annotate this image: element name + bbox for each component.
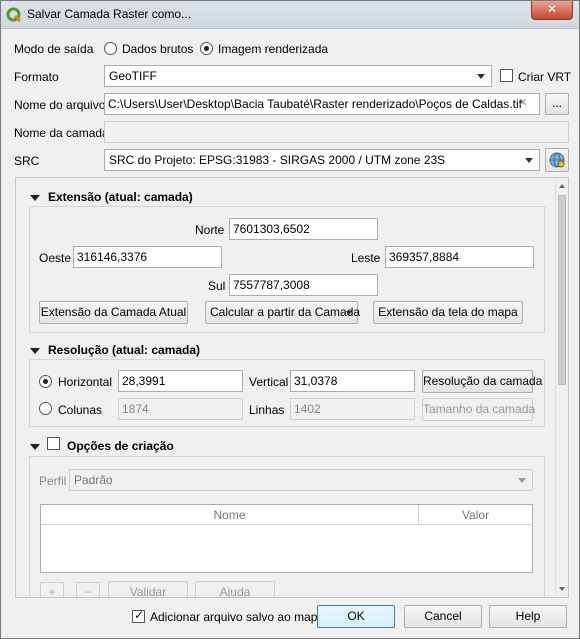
file-name-label: Nome do arquivo	[14, 98, 106, 112]
scroll-down-icon[interactable]	[559, 587, 565, 591]
layer-name-input[interactable]	[104, 121, 569, 143]
south-input[interactable]: 7557787,3008	[229, 274, 378, 296]
chevron-down-icon	[518, 478, 526, 483]
column-header-name[interactable]: Nome	[41, 505, 419, 525]
resolution-group: Horizontal 28,3991 Vertical 31,0378 Reso…	[29, 359, 545, 427]
add-saved-file-label: Adicionar arquivo salvo ao mapa	[150, 610, 325, 624]
format-select-value: GeoTIFF	[109, 69, 158, 83]
scroll-thumb[interactable]	[558, 195, 566, 385]
radio-rendered-image-label: Imagem renderizada	[218, 42, 329, 56]
options-scroll-area[interactable]: Extensão (atual: camada) Norte 7601303,6…	[15, 177, 569, 598]
radio-raw-data-label: Dados brutos	[122, 42, 194, 56]
profile-select-value: Padrão	[74, 473, 113, 487]
radio-horizontal[interactable]	[39, 375, 52, 388]
radio-rendered-image[interactable]	[200, 42, 213, 55]
radio-raw-data[interactable]	[104, 42, 117, 55]
east-input[interactable]: 369357,8884	[385, 246, 534, 268]
globe-crs-icon	[549, 152, 565, 168]
close-button[interactable]: ✕	[531, 1, 573, 20]
add-saved-file-checkbox[interactable]	[132, 608, 145, 623]
options-table[interactable]: Nome Valor	[40, 504, 533, 573]
validate-button[interactable]: Validar	[108, 581, 188, 597]
horizontal-input[interactable]: 28,3991	[118, 370, 243, 392]
help-button[interactable]: Help	[489, 605, 567, 628]
rows-label: Linhas	[249, 403, 285, 417]
vertical-label: Vertical	[249, 375, 289, 389]
south-label: Sul	[208, 279, 226, 293]
crs-selector-button[interactable]	[545, 148, 569, 172]
vertical-input[interactable]: 31,0378	[290, 370, 415, 392]
creation-options-title[interactable]: Opções de criação	[67, 439, 174, 453]
calc-from-layer-label: Calcular a partir da Camada	[210, 305, 361, 319]
creation-options-checkbox[interactable]	[47, 437, 60, 450]
cancel-button[interactable]: Cancel	[404, 605, 482, 628]
current-layer-extent-button[interactable]: Extensão da Camada Atual	[39, 301, 188, 324]
creation-options-group: Perfil Padrão Nome Valor + − Validar Aju…	[29, 456, 545, 597]
format-select[interactable]: GeoTIFF	[104, 65, 492, 87]
west-label: Oeste	[39, 251, 72, 265]
window-title: Salvar Camada Raster como...	[27, 7, 192, 21]
help-options-button[interactable]: Ajuda	[195, 581, 275, 597]
layer-size-button[interactable]: Tamanho da camada	[422, 398, 535, 421]
collapse-arrow-icon[interactable]	[30, 348, 40, 354]
file-name-input[interactable]: C:\Users\User\Desktop\Bacia Taubaté\Rast…	[104, 93, 540, 115]
chevron-down-icon	[477, 74, 485, 79]
north-input[interactable]: 7601303,6502	[229, 218, 378, 240]
save-raster-dialog: Salvar Camada Raster como... ✕ Modo de s…	[0, 0, 580, 639]
column-header-value[interactable]: Valor	[419, 505, 532, 525]
chevron-down-icon	[525, 158, 533, 163]
format-label: Formato	[14, 70, 59, 84]
horizontal-label: Horizontal	[58, 375, 113, 389]
columns-label: Colunas	[58, 403, 103, 417]
layer-name-label: Nome da camada	[14, 126, 109, 140]
resolution-section-title[interactable]: Resolução (atual: camada)	[48, 343, 200, 357]
clear-icon[interactable]: ✕	[518, 96, 527, 109]
west-input[interactable]: 316146,3376	[73, 246, 222, 268]
calc-from-layer-button[interactable]: Calcular a partir da Camada	[205, 301, 361, 324]
collapse-arrow-icon[interactable]	[30, 195, 40, 201]
remove-option-icon[interactable]: −	[76, 582, 100, 597]
rows-input[interactable]: 1402	[290, 398, 415, 420]
add-option-icon[interactable]: +	[40, 582, 64, 597]
file-name-value: C:\Users\User\Desktop\Bacia Taubaté\Rast…	[108, 97, 522, 111]
create-vrt-label: Criar VRT	[518, 70, 572, 84]
title-bar: Salvar Camada Raster como... ✕	[1, 1, 579, 29]
collapse-arrow-icon[interactable]	[30, 444, 40, 450]
columns-input[interactable]: 1874	[118, 398, 243, 420]
chevron-down-icon	[346, 311, 352, 315]
vertical-scrollbar[interactable]	[555, 178, 568, 597]
profile-select[interactable]: Padrão	[69, 469, 533, 491]
profile-label: Perfil	[39, 474, 67, 488]
extent-group: Norte 7601303,6502 Oeste 316146,3376 Les…	[29, 206, 545, 333]
layer-resolution-button[interactable]: Resolução da camada	[422, 370, 542, 393]
output-mode-label: Modo de saída	[14, 42, 94, 56]
extent-section-title[interactable]: Extensão (atual: camada)	[48, 190, 193, 204]
qgis-logo-icon	[6, 7, 22, 23]
crs-select-value: SRC do Projeto: EPSG:31983 - SIRGAS 2000…	[109, 153, 446, 167]
ok-button[interactable]: OK	[317, 605, 395, 628]
north-label: Norte	[195, 223, 225, 237]
radio-columns[interactable]	[39, 402, 52, 415]
crs-select[interactable]: SRC do Projeto: EPSG:31983 - SIRGAS 2000…	[104, 149, 540, 171]
create-vrt-checkbox[interactable]	[500, 69, 513, 82]
browse-button[interactable]: ...	[545, 93, 569, 115]
east-label: Leste	[351, 251, 381, 265]
map-canvas-extent-button[interactable]: Extensão da tela do mapa	[373, 301, 523, 324]
scroll-up-icon[interactable]	[559, 184, 565, 188]
crs-label: SRC	[14, 154, 40, 168]
